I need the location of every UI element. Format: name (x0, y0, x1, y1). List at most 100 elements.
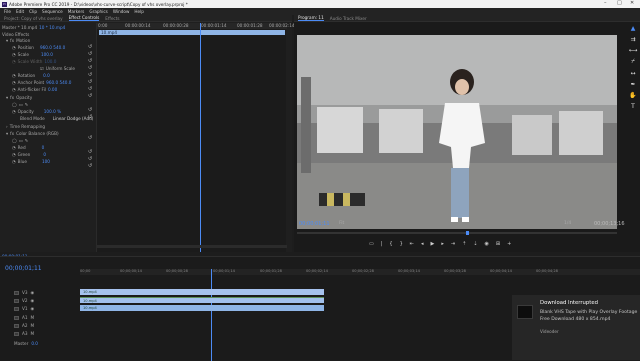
source-label[interactable]: Master * 10.mp4 (2, 25, 37, 30)
lock-icon[interactable] (14, 331, 19, 336)
mute-icon[interactable]: M (31, 315, 35, 320)
hand-tool-icon[interactable]: ✋ (629, 92, 636, 99)
add-icon[interactable]: + (507, 241, 511, 247)
chevron-down-icon[interactable]: ▾ (6, 131, 8, 136)
effect-clip-bar[interactable]: 10.mp4 (99, 30, 285, 35)
menu-clip[interactable]: Clip (29, 9, 37, 14)
maximize-icon[interactable]: □ (617, 0, 622, 6)
menu-markers[interactable]: Markers (68, 9, 85, 14)
property-value[interactable]: 100.0 (41, 52, 53, 57)
tab-effects[interactable]: Effects (105, 16, 119, 21)
pen-mask-icon[interactable]: ✎ (25, 138, 29, 143)
eye-icon[interactable]: ◉ (31, 306, 35, 311)
tab-effect-controls[interactable]: Effect Controls (68, 15, 100, 21)
eye-icon[interactable]: ◉ (31, 290, 35, 295)
rectangle-mask-icon[interactable]: ▭ (19, 138, 23, 143)
stopwatch-icon[interactable]: ◔ (12, 145, 16, 150)
lift-icon[interactable]: ⇡ (462, 241, 466, 247)
effect-scrollbar[interactable] (97, 245, 287, 248)
out-point-icon[interactable]: } (400, 241, 403, 247)
tab-audio-mixer[interactable]: Audio Track Mixer (330, 16, 367, 21)
rectangle-mask-icon[interactable]: ▭ (19, 102, 23, 107)
checkbox-icon[interactable]: ☑ (40, 66, 44, 71)
menu-help[interactable]: Help (134, 9, 144, 14)
type-tool-icon[interactable]: T (631, 103, 635, 110)
marker-icon[interactable]: | (381, 241, 383, 247)
rgb-value[interactable]: 100 (42, 159, 50, 164)
lock-icon[interactable] (14, 306, 19, 311)
step-forward-icon[interactable]: ▸ (441, 241, 444, 247)
menu-window[interactable]: Window (113, 9, 130, 14)
go-to-out-icon[interactable]: ⇥ (451, 241, 455, 247)
effect-properties: Master * 10.mp4 10 * 10.mp4 Video Effects… (0, 23, 96, 260)
track-select-icon[interactable]: ⇉ (630, 36, 635, 43)
sequence-label[interactable]: 10 * 10.mp4 (39, 25, 65, 30)
stopwatch-icon[interactable]: ◔ (12, 152, 16, 157)
ellipse-mask-icon[interactable]: ◯ (12, 138, 17, 143)
tab-program[interactable]: Program: 11 (298, 15, 324, 21)
download-notification[interactable]: Download Interrupted Blank VHS Tape with… (512, 295, 640, 360)
program-playhead[interactable] (466, 231, 469, 235)
chevron-down-icon[interactable]: ▾ (6, 38, 8, 43)
stopwatch-icon[interactable]: ◔ (12, 45, 16, 50)
program-timecode[interactable]: 00;00;01;11 (299, 221, 330, 227)
close-icon[interactable]: ✕ (630, 0, 634, 6)
step-back-icon[interactable]: ◂ (421, 241, 424, 247)
play-icon[interactable]: ▶ (431, 241, 435, 247)
effect-playhead[interactable] (200, 23, 201, 252)
lock-icon[interactable] (14, 315, 19, 320)
rgb-value[interactable]: 0 (43, 152, 46, 157)
property-value[interactable]: 960.0 540.0 (40, 45, 65, 50)
minimize-icon[interactable]: – (604, 0, 607, 6)
stopwatch-icon[interactable]: ◔ (12, 159, 16, 164)
chevron-right-icon[interactable]: › (6, 124, 8, 129)
video-clip[interactable]: 10.mp4 (80, 297, 324, 303)
master-value[interactable]: 0.0 (31, 341, 38, 346)
stopwatch-icon[interactable]: ◔ (12, 73, 16, 78)
mute-icon[interactable]: M (31, 331, 35, 336)
rgb-value[interactable]: 0 (42, 145, 45, 150)
timeline-playhead[interactable] (211, 269, 212, 361)
property-value[interactable]: 0.0 (43, 73, 50, 78)
mark-in-icon[interactable]: ▭ (369, 241, 374, 247)
fit-dropdown[interactable]: Fit (339, 221, 344, 226)
lock-icon[interactable] (14, 298, 19, 303)
menu-sequence[interactable]: Sequence (42, 9, 63, 14)
menu-edit[interactable]: Edit (16, 9, 24, 14)
selection-tool-icon[interactable]: ▲ (631, 25, 636, 32)
timeline-timecode[interactable]: 00;00;01;11 (5, 265, 42, 272)
pen-mask-icon[interactable]: ✎ (25, 102, 29, 107)
lock-icon[interactable] (14, 323, 19, 328)
slip-tool-icon[interactable]: ↔ (630, 70, 635, 77)
property-value[interactable]: 960.0 540.0 (46, 80, 71, 85)
eye-icon[interactable]: ◉ (31, 298, 35, 303)
tab-project[interactable]: Project: Copy of vhs overlay (4, 16, 63, 21)
stopwatch-icon[interactable]: ◔ (12, 109, 16, 114)
extract-icon[interactable]: ⇣ (473, 241, 477, 247)
mute-icon[interactable]: M (31, 323, 35, 328)
reset-icons[interactable]: ↺ ↺ ↺ ↺ ↺ ↺ ↺ ↺ ↺ ↺ ↺ ↺ ↺ ↺ (88, 44, 92, 170)
razor-tool-icon[interactable]: ⌿ (631, 58, 635, 66)
ellipse-mask-icon[interactable]: ◯ (12, 102, 17, 107)
lock-icon[interactable] (14, 290, 19, 295)
export-frame-icon[interactable]: ◉ (485, 241, 489, 247)
go-to-in-icon[interactable]: ⇤ (410, 241, 414, 247)
pen-tool-icon[interactable]: ✒ (630, 81, 635, 88)
quality-dropdown[interactable]: 1/4 (564, 221, 571, 226)
opacity-value[interactable]: 100.0 % (44, 109, 61, 114)
stopwatch-icon[interactable]: ◔ (12, 52, 16, 57)
effect-ruler[interactable]: 0:00 00:00:00:14 00:00:00:28 00:00:01:14… (97, 23, 295, 29)
comparison-icon[interactable]: ⊞ (496, 241, 500, 247)
video-clip[interactable]: 10.mp4 (80, 305, 324, 311)
menu-graphics[interactable]: Graphics (89, 9, 108, 14)
video-clip[interactable]: 10.mp4 (80, 289, 324, 295)
in-point-icon[interactable]: { (389, 241, 392, 247)
timeline-ruler[interactable]: 00;00 00;00;00;14 00;00;00;28 00;00;01;1… (80, 269, 640, 275)
property-value[interactable]: 0.00 (48, 87, 57, 92)
stopwatch-icon[interactable]: ◔ (12, 80, 16, 85)
program-scrubber[interactable] (297, 232, 617, 234)
chevron-down-icon[interactable]: ▾ (6, 95, 8, 100)
ripple-edit-icon[interactable]: ⟷ (629, 47, 638, 54)
menu-file[interactable]: File (4, 9, 11, 14)
stopwatch-icon[interactable]: ◔ (12, 87, 16, 92)
